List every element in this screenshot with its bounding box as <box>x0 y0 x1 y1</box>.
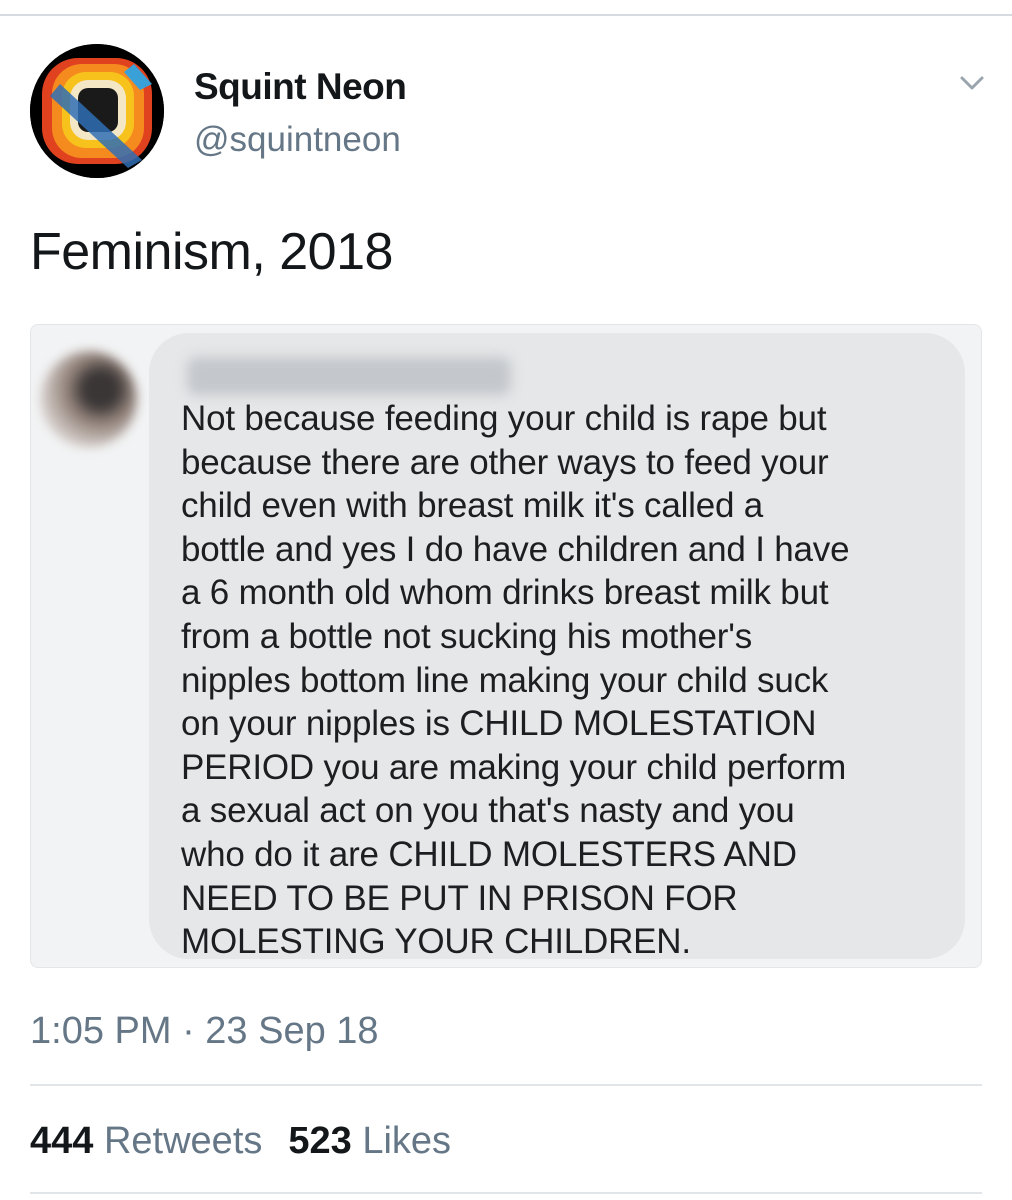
chevron-down-icon <box>960 76 984 90</box>
author-avatar[interactable] <box>30 44 164 178</box>
commenter-avatar <box>41 351 137 447</box>
squint-neon-logo-icon <box>30 44 164 178</box>
likes-label: Likes <box>362 1120 452 1162</box>
tweet-timestamp[interactable]: 1:05 PM · 23 Sep 18 <box>30 1010 379 1053</box>
likes-count: 523 <box>288 1120 352 1162</box>
comment-bubble: Not because feeding your child is rape b… <box>149 333 965 961</box>
comment-text: Not because feeding your child is rape b… <box>181 399 850 962</box>
divider <box>30 1084 982 1086</box>
tweet-text: Feminism, 2018 <box>30 223 393 281</box>
likes-stat[interactable]: 523 Likes <box>288 1120 451 1162</box>
author-display-name[interactable]: Squint Neon <box>194 66 407 108</box>
tweet-media[interactable]: Not because feeding your child is rape b… <box>30 324 982 968</box>
divider <box>30 1192 982 1194</box>
retweets-stat[interactable]: 444 Retweets <box>30 1120 262 1162</box>
author-handle[interactable]: @squintneon <box>194 120 401 160</box>
retweets-label: Retweets <box>103 1120 263 1162</box>
retweets-count: 444 <box>30 1120 94 1162</box>
blurred-commenter-name <box>187 357 511 395</box>
tweet-menu-button[interactable] <box>952 66 992 102</box>
top-divider <box>0 14 1012 16</box>
tweet-stats: 444 Retweets 523 Likes <box>30 1120 451 1163</box>
